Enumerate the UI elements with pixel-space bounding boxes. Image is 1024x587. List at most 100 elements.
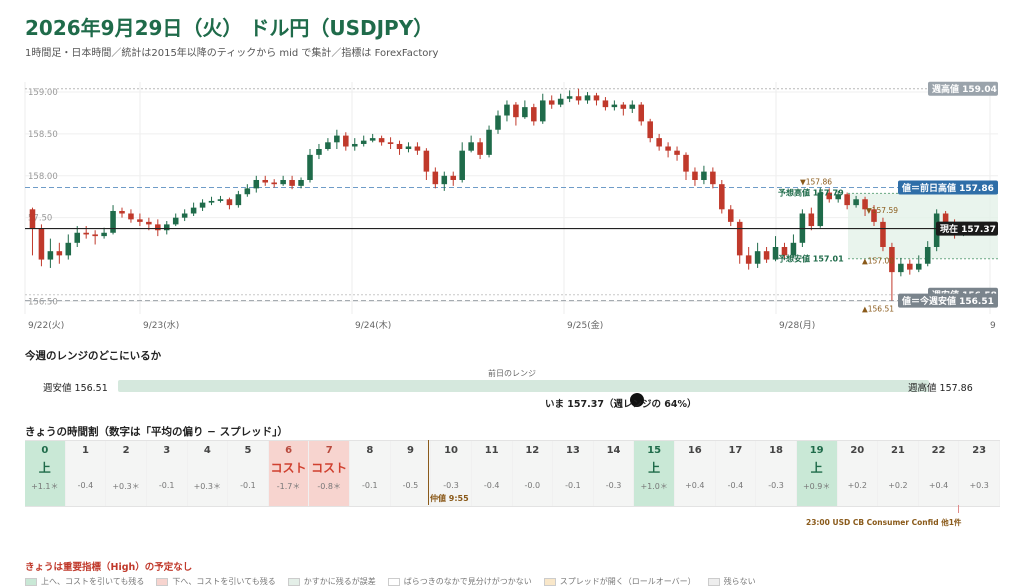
candle-body [736, 221, 743, 256]
hour-cell: 5 -0.1 [228, 441, 269, 506]
candle-body [880, 221, 886, 247]
candle-body [450, 175, 457, 180]
candle-body [817, 192, 824, 227]
hour-value: -0.3 [443, 481, 459, 490]
candle-body [629, 104, 636, 109]
hour-number: 14 [606, 445, 621, 456]
candle-body [181, 213, 188, 218]
candle-body [611, 104, 618, 108]
candle-body [110, 210, 116, 233]
candle-body [65, 242, 72, 256]
candle-body [468, 142, 474, 151]
candle-body [360, 140, 367, 144]
hour-cell: 7 コスト -0.8＊ [309, 441, 350, 506]
hour-cell: 23 +0.3 [959, 441, 1000, 506]
legend-label: 残らない [723, 577, 756, 586]
forecast-low-label: 予想安値 157.01 [778, 254, 844, 264]
legend-label: 上へ、コストを引いても残る [41, 577, 145, 586]
x-tick-label: 9/25(金) [567, 319, 603, 331]
legend: 上へ、コストを引いても残る 下へ、コストを引いても残る かすかに残るが誤差 ばらつきの… [25, 576, 756, 587]
legend-swatch [287, 577, 300, 586]
hour-cell: 14 -0.3 [593, 441, 635, 506]
hour-number: 0 [41, 445, 49, 456]
range-high-label: 週高値 157.86 [908, 383, 973, 394]
hour-cell: 0 上 +1.1＊ [25, 441, 66, 506]
candle-body [531, 107, 537, 122]
hour-cell: 17 -0.4 [715, 441, 757, 506]
candle-body [907, 263, 913, 270]
candle-body [387, 142, 394, 144]
candle-body [83, 232, 89, 235]
week-low-today-badge: 値＝今週安値 156.51 [901, 295, 994, 307]
hour-cell: 18 -0.3 [756, 441, 797, 506]
hour-value: +1.0＊ [640, 482, 668, 491]
candle-body [208, 200, 215, 203]
legend-label: スプレッドが開く（ロールオーバー） [559, 577, 696, 586]
hour-cell: 6 コスト -1.7＊ [268, 441, 310, 506]
hour-number: 11 [484, 445, 499, 456]
candle-body [253, 179, 260, 189]
hour-number: 19 [809, 445, 824, 456]
hour-value: -0.1 [362, 481, 378, 490]
hour-cell: 19 上 +0.9＊ [796, 441, 838, 506]
hour-value: -0.1 [158, 481, 175, 490]
candle-body [513, 104, 519, 118]
hour-value: -0.1 [240, 481, 256, 490]
candle-body [647, 121, 653, 139]
range-now-label: いま 157.37（週レンジの 64%） [545, 399, 697, 410]
hourly-schedule: 0 上 +1.1＊ 1 -0.4 2 +0.3＊ 3 -0.1 4 +0.3＊ 5 -0.1 6 コスト -1… [25, 440, 1000, 507]
hour-verdict: 上 [648, 461, 661, 475]
weekly-range-widget: 前日のレンジ 週安値 156.51 週高値 157.86 いま 157.37（週… [25, 364, 1000, 414]
candle-body [620, 104, 627, 109]
hour-cell: 22 +0.4 [918, 441, 960, 506]
legend-item: 上へ、コストを引いても残る [25, 576, 144, 587]
hour-cell: 20 +0.2 [837, 441, 879, 506]
week-low-marker: ▲156.51 [862, 305, 894, 314]
candle-body [271, 182, 277, 185]
candle-body [38, 228, 45, 260]
hour-value: +0.4 [685, 481, 705, 490]
candle-body [56, 251, 63, 256]
candle-body [710, 171, 716, 185]
candle-body [163, 224, 170, 231]
legend-item: 下へ、コストを引いても残る [156, 576, 276, 587]
legend-label: かすかに残るが誤差 [303, 577, 376, 586]
legend-swatch [543, 577, 556, 586]
hour-number: 13 [565, 445, 580, 456]
legend-swatch [156, 577, 169, 586]
hour-number: 10 [444, 445, 459, 456]
hour-value: -0.0 [524, 481, 541, 490]
hour-value: +0.2 [888, 481, 908, 490]
candle-body [763, 251, 770, 260]
candle-body [307, 154, 313, 180]
hour-value: -0.1 [565, 481, 581, 490]
hour-value: -0.5 [402, 481, 419, 490]
hour-value: +0.2 [847, 481, 868, 490]
week-high-badge: 週高値 159.04 [932, 83, 997, 95]
candle-body [119, 210, 125, 214]
hour-cell: 21 +0.2 [878, 441, 919, 506]
hour-cell: 16 +0.4 [675, 441, 716, 506]
hour-cell: 9 -0.5 [390, 441, 432, 506]
hour-number: 12 [525, 445, 540, 456]
today-low-marker: ▲157.00 [862, 257, 894, 266]
hour-value: -0.4 [727, 481, 744, 490]
hour-number: 7 [325, 445, 333, 456]
y-tick-label: 159.00 [28, 88, 58, 98]
hour-number: 15 [647, 445, 662, 456]
legend-swatch [387, 577, 400, 586]
candle-body [378, 138, 385, 143]
candle-body [217, 199, 224, 201]
candle-body [316, 149, 322, 155]
candle-body [522, 107, 528, 118]
hour-cell: 2 +0.3＊ [106, 441, 147, 506]
candle-body [584, 95, 591, 101]
legend-label: ばらつきのなかで見分けがつかない [403, 577, 532, 586]
candle-body [548, 100, 555, 105]
candle-body [495, 115, 501, 130]
hour-number: 17 [728, 445, 743, 456]
hour-number: 18 [769, 445, 784, 456]
hour-number: 9 [406, 445, 414, 456]
candle-body [683, 154, 689, 172]
candle-body [727, 209, 734, 222]
